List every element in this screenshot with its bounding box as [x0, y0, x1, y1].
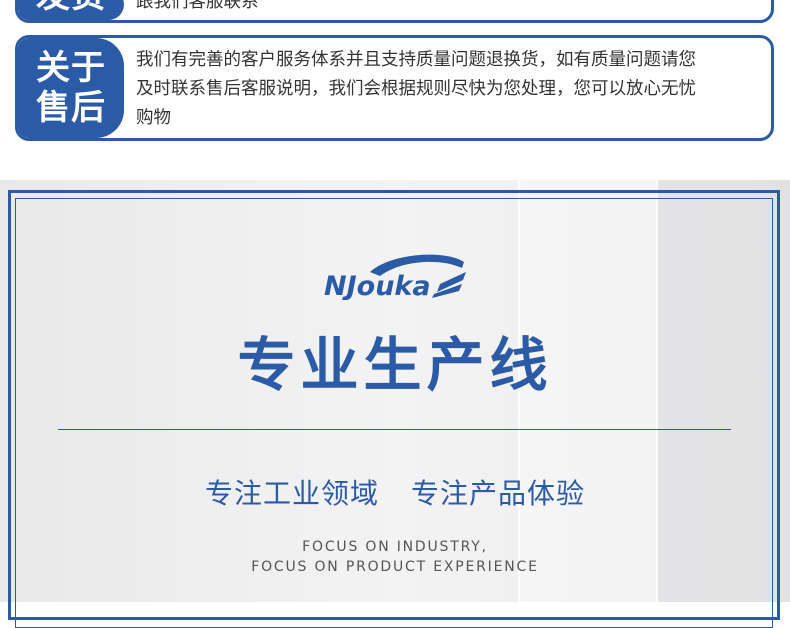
slogan-product: 专注产品体验 [410, 477, 585, 510]
after-sales-text: 我们有完善的客户服务体系并且支持质量问题退换货，如有质量问题请您 及时联系售后客… [136, 46, 751, 133]
english-tagline: FOCUS ON INDUSTRY, FOCUS ON PRODUCT EXPE… [0, 537, 790, 577]
shipping-card: 发货 跟我们客服联系 [15, 0, 774, 23]
after-sales-tag-line1: 关于 [36, 48, 106, 88]
shipping-tag: 发货 [18, 0, 124, 20]
after-sales-text-line1: 我们有完善的客户服务体系并且支持质量问题退换货，如有质量问题请您 [136, 50, 696, 70]
after-sales-card: 关于 售后 我们有完善的客户服务体系并且支持质量问题退换货，如有质量问题请您 及… [15, 35, 774, 141]
divider-line [58, 429, 731, 430]
shipping-tag-label: 发货 [36, 0, 106, 16]
shipping-text: 跟我们客服联系 [136, 0, 259, 12]
logo-wordmark: NJouka [324, 271, 431, 300]
njouka-logo: NJouka [324, 254, 466, 300]
english-tagline-line2: FOCUS ON PRODUCT EXPERIENCE [251, 559, 539, 575]
after-sales-tag-line2: 售后 [36, 88, 106, 128]
slogan-row: 专注工业领域 专注产品体验 [0, 472, 790, 512]
after-sales-text-line2: 及时联系售后客服说明，我们会根据规则尽快为您处理，您可以放心无忧 [136, 79, 696, 99]
banner-title: 专业生产线 [237, 331, 553, 399]
after-sales-text-line3: 购物 [136, 108, 171, 128]
production-line-banner: NJouka 专业生产线 专注工业领域 专注产品体验 FOCUS ON INDU… [0, 180, 790, 628]
english-tagline-line1: FOCUS ON INDUSTRY, [302, 539, 488, 555]
after-sales-tag: 关于 售后 [18, 38, 124, 138]
slogan-industry: 专注工业领域 [205, 477, 380, 510]
